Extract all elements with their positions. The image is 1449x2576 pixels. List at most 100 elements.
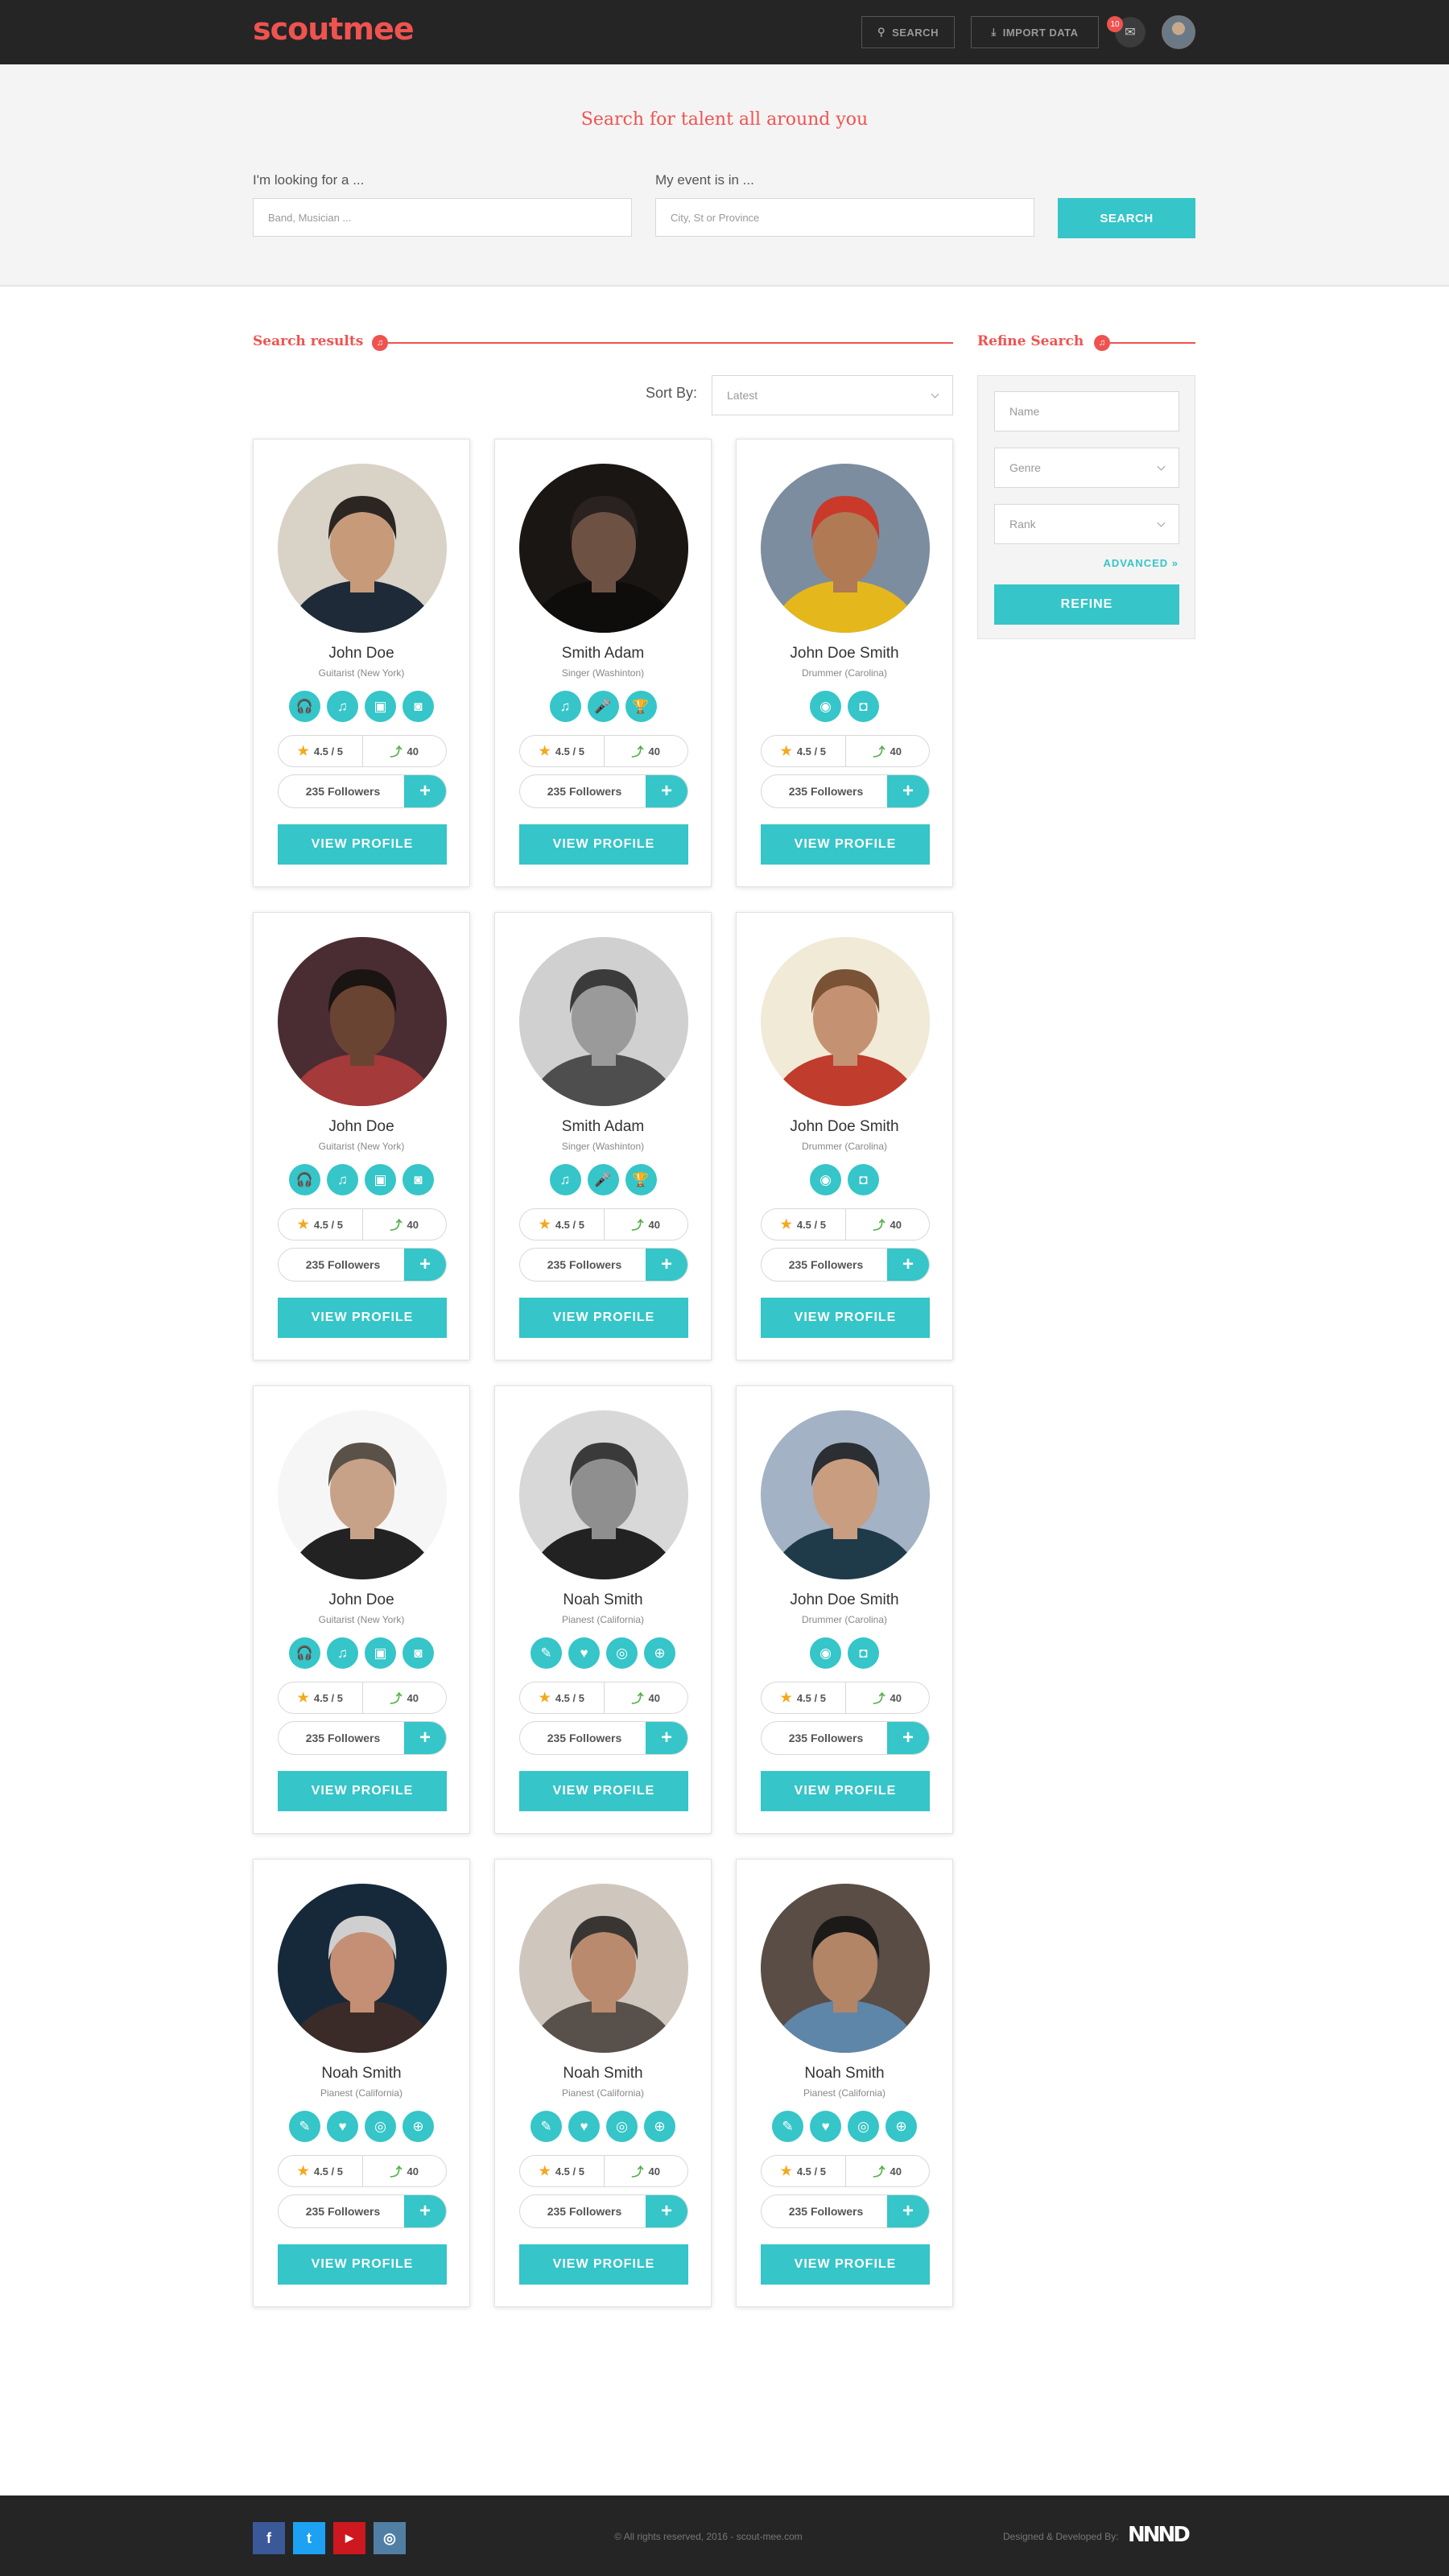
camera-icon[interactable]: ◉ [810, 691, 841, 722]
view-profile-button[interactable]: VIEW PROFILE [761, 1298, 930, 1338]
developer-logo[interactable]: NNND [1128, 2523, 1191, 2547]
follow-button[interactable]: + [646, 1722, 687, 1754]
profile-name[interactable]: Noah Smith [495, 1591, 711, 1609]
profile-name[interactable]: John Doe Smith [737, 1591, 952, 1609]
microphone-icon[interactable]: 🎤 [587, 1164, 619, 1195]
disc-icon[interactable]: ◎ [848, 2111, 879, 2142]
follow-button[interactable]: + [887, 775, 929, 807]
view-profile-button[interactable]: VIEW PROFILE [519, 1771, 688, 1811]
disc-icon[interactable]: ◎ [365, 2111, 396, 2142]
follow-button[interactable]: + [646, 1249, 687, 1281]
music-note-icon[interactable]: ♫ [549, 691, 581, 722]
refine-rank-select[interactable]: Rank [994, 504, 1179, 544]
profile-name[interactable]: John Doe Smith [737, 1118, 952, 1136]
profile-name[interactable]: Noah Smith [254, 2065, 469, 2083]
profile-photo[interactable] [519, 1884, 688, 2053]
profile-photo[interactable] [761, 937, 930, 1106]
follow-button[interactable]: + [404, 1249, 446, 1281]
profile-photo[interactable] [278, 464, 447, 633]
follow-button[interactable]: + [646, 775, 687, 807]
profile-photo[interactable] [278, 937, 447, 1106]
profile-name[interactable]: Noah Smith [737, 2065, 952, 2083]
drum-icon[interactable]: ◘ [848, 1637, 879, 1669]
profile-photo[interactable] [761, 464, 930, 633]
heart-icon[interactable]: ♥ [327, 2111, 358, 2142]
pen-icon[interactable]: ✎ [772, 2111, 803, 2142]
heart-icon[interactable]: ♥ [568, 2111, 600, 2142]
headphones-icon[interactable]: 🎧 [289, 1637, 320, 1669]
profile-photo[interactable] [519, 1410, 688, 1579]
profile-name[interactable]: Smith Adam [495, 645, 711, 663]
music-note-icon[interactable]: ♫ [327, 1637, 358, 1669]
amp-icon[interactable]: ▣ [365, 1637, 396, 1669]
profile-name[interactable]: John Doe [254, 1591, 469, 1609]
view-profile-button[interactable]: VIEW PROFILE [519, 824, 688, 865]
profile-photo[interactable] [278, 1884, 447, 2053]
view-profile-button[interactable]: VIEW PROFILE [278, 1771, 447, 1811]
cassette-icon[interactable]: ◙ [402, 1637, 434, 1669]
view-profile-button[interactable]: VIEW PROFILE [519, 1298, 688, 1338]
event-location-input[interactable]: City, St or Province [655, 198, 1034, 237]
profile-name[interactable]: Smith Adam [495, 1118, 711, 1136]
view-profile-button[interactable]: VIEW PROFILE [519, 2244, 688, 2285]
advanced-link[interactable]: ADVANCED » [1103, 557, 1179, 569]
follow-button[interactable]: + [887, 2195, 929, 2227]
globe-icon[interactable]: ⊕ [886, 2111, 917, 2142]
heart-icon[interactable]: ♥ [568, 1637, 600, 1669]
headphones-icon[interactable]: 🎧 [289, 691, 320, 722]
hero-search-button[interactable]: SEARCH [1058, 198, 1195, 238]
heart-icon[interactable]: ♥ [810, 2111, 841, 2142]
follow-button[interactable]: + [646, 2195, 687, 2227]
view-profile-button[interactable]: VIEW PROFILE [278, 2244, 447, 2285]
import-data-button[interactable]: ⤓ IMPORT DATA [971, 16, 1099, 48]
profile-name[interactable]: John Doe [254, 645, 469, 663]
music-note-icon[interactable]: ♫ [549, 1164, 581, 1195]
view-profile-button[interactable]: VIEW PROFILE [278, 1298, 447, 1338]
globe-icon[interactable]: ⊕ [644, 2111, 675, 2142]
header-search-button[interactable]: ⚲ SEARCH [861, 16, 955, 48]
follow-button[interactable]: + [404, 1722, 446, 1754]
profile-name[interactable]: John Doe [254, 1118, 469, 1136]
globe-icon[interactable]: ⊕ [402, 2111, 434, 2142]
profile-photo[interactable] [519, 937, 688, 1106]
view-profile-button[interactable]: VIEW PROFILE [761, 824, 930, 865]
drum-icon[interactable]: ◘ [848, 1164, 879, 1195]
music-note-icon[interactable]: ♫ [327, 1164, 358, 1195]
profile-photo[interactable] [278, 1410, 447, 1579]
sort-by-select[interactable]: Latest [712, 375, 953, 415]
camera-icon[interactable]: ◉ [810, 1164, 841, 1195]
refine-genre-select[interactable]: Genre [994, 448, 1179, 488]
refine-button[interactable]: REFINE [994, 584, 1179, 625]
disc-icon[interactable]: ◎ [606, 1637, 638, 1669]
profile-photo[interactable] [761, 1884, 930, 2053]
cassette-icon[interactable]: ◙ [402, 691, 434, 722]
pen-icon[interactable]: ✎ [530, 1637, 562, 1669]
follow-button[interactable]: + [404, 775, 446, 807]
profile-photo[interactable] [519, 464, 688, 633]
view-profile-button[interactable]: VIEW PROFILE [761, 2244, 930, 2285]
profile-photo[interactable] [761, 1410, 930, 1579]
refine-name-input[interactable]: Name [994, 391, 1179, 431]
disc-icon[interactable]: ◎ [606, 2111, 638, 2142]
amp-icon[interactable]: ▣ [365, 691, 396, 722]
profile-name[interactable]: John Doe Smith [737, 645, 952, 663]
pen-icon[interactable]: ✎ [530, 2111, 562, 2142]
pen-icon[interactable]: ✎ [289, 2111, 320, 2142]
user-avatar[interactable] [1162, 15, 1195, 49]
view-profile-button[interactable]: VIEW PROFILE [761, 1771, 930, 1811]
follow-button[interactable]: + [887, 1722, 929, 1754]
camera-icon[interactable]: ◉ [810, 1637, 841, 1669]
looking-for-input[interactable]: Band, Musician ... [253, 198, 632, 237]
headphones-icon[interactable]: 🎧 [289, 1164, 320, 1195]
follow-button[interactable]: + [404, 2195, 446, 2227]
cassette-icon[interactable]: ◙ [402, 1164, 434, 1195]
globe-icon[interactable]: ⊕ [644, 1637, 675, 1669]
drum-icon[interactable]: ◘ [848, 691, 879, 722]
follow-button[interactable]: + [887, 1249, 929, 1281]
microphone-icon[interactable]: 🎤 [587, 691, 619, 722]
trophy-icon[interactable]: 🏆 [625, 691, 657, 722]
view-profile-button[interactable]: VIEW PROFILE [278, 824, 447, 865]
amp-icon[interactable]: ▣ [365, 1164, 396, 1195]
logo[interactable]: scoutmee [253, 11, 415, 47]
music-note-icon[interactable]: ♫ [327, 691, 358, 722]
